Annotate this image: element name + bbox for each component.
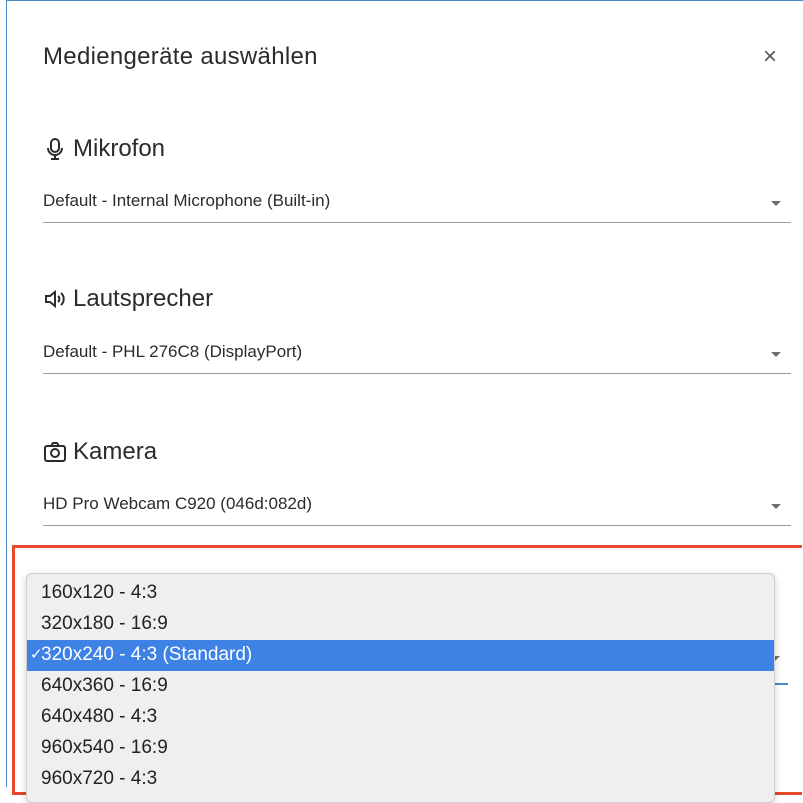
resolution-option[interactable]: 960x720 - 4:3 xyxy=(27,764,774,795)
speaker-heading: Lautsprecher xyxy=(43,285,213,313)
camera-icon xyxy=(43,440,67,464)
resolution-option[interactable]: 640x480 - 4:3 xyxy=(27,702,774,733)
microphone-icon xyxy=(43,137,67,161)
resolution-option[interactable]: 640x360 - 16:9 xyxy=(27,671,774,702)
resolution-option[interactable]: 160x120 - 4:3 xyxy=(27,578,774,609)
close-icon[interactable]: × xyxy=(763,45,777,69)
resolution-option[interactable]: ✓ 320x240 - 4:3 (Standard) xyxy=(27,640,774,671)
resolution-option-label: 320x240 - 4:3 (Standard) xyxy=(41,644,253,665)
camera-value: HD Pro Webcam C920 (046d:082d) xyxy=(43,494,312,513)
resolution-option[interactable]: 320x180 - 16:9 xyxy=(27,609,774,640)
dialog-title: Mediengeräte auswählen xyxy=(43,43,318,70)
microphone-value: Default - Internal Microphone (Built-in) xyxy=(43,191,331,210)
speaker-value: Default - PHL 276C8 (DisplayPort) xyxy=(43,342,303,361)
chevron-down-icon xyxy=(771,201,781,206)
resolution-option-label: 640x360 - 16:9 xyxy=(41,675,168,696)
chevron-down-icon xyxy=(771,352,781,357)
speaker-label: Lautsprecher xyxy=(73,285,214,312)
camera-label: Kamera xyxy=(73,438,158,465)
resolution-option-label: 640x480 - 4:3 xyxy=(41,706,158,727)
microphone-heading: Mikrofon xyxy=(43,135,165,163)
resolution-option[interactable]: 960x540 - 16:9 xyxy=(27,733,774,764)
resolution-option-label: 320x180 - 16:9 xyxy=(41,613,168,634)
resolution-select-underline xyxy=(774,683,788,685)
speaker-icon xyxy=(43,287,67,311)
microphone-select[interactable]: Default - Internal Microphone (Built-in) xyxy=(43,183,791,223)
chevron-down-icon xyxy=(771,504,781,509)
resolution-option-label: 160x120 - 4:3 xyxy=(41,582,158,603)
resolution-dropdown: 160x120 - 4:3 320x180 - 16:9 ✓ 320x240 -… xyxy=(26,573,775,803)
camera-select[interactable]: HD Pro Webcam C920 (046d:082d) xyxy=(43,486,791,526)
microphone-label: Mikrofon xyxy=(73,135,166,162)
camera-heading: Kamera xyxy=(43,438,157,466)
speaker-select[interactable]: Default - PHL 276C8 (DisplayPort) xyxy=(43,334,791,374)
resolution-option-label: 960x540 - 16:9 xyxy=(41,737,168,758)
